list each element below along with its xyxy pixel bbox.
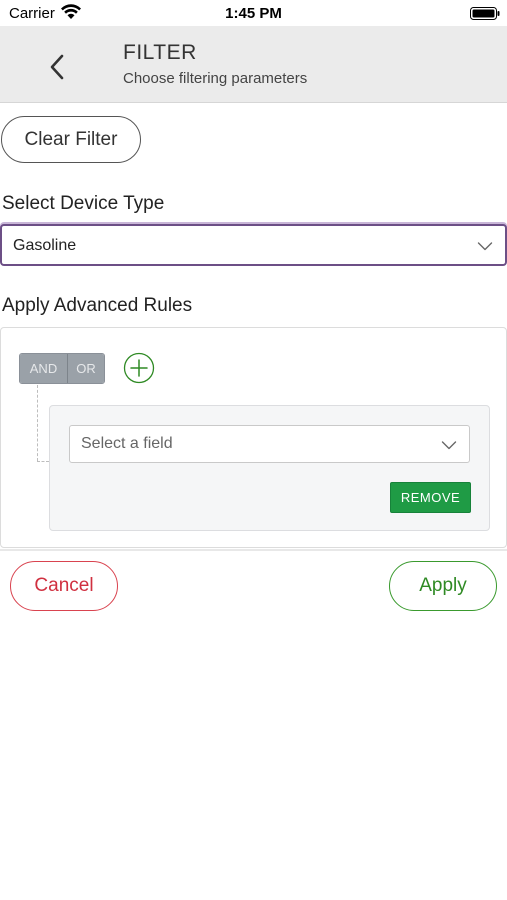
chevron-down-icon [441,441,457,450]
remove-rule-button[interactable]: REMOVE [390,482,471,513]
advanced-rules-label: Apply Advanced Rules [2,295,193,316]
header: FILTER Choose filtering parameters [0,26,507,103]
battery-icon [470,7,500,20]
chevron-left-icon [50,54,64,80]
page-subtitle: Choose filtering parameters [123,70,308,87]
cancel-button[interactable]: Cancel [10,561,118,611]
field-select[interactable]: Select a field [69,425,470,463]
page-title: FILTER [123,41,197,64]
device-type-select[interactable]: Gasoline [0,224,507,266]
clock: 1:45 PM [225,5,282,22]
back-button[interactable] [40,50,74,84]
device-type-label: Select Device Type [2,193,165,214]
tree-connector [37,385,38,461]
condition-toggle: AND OR [19,353,105,384]
tree-connector-branch [37,461,49,462]
add-rule-button[interactable] [123,352,155,384]
field-select-placeholder: Select a field [81,435,173,452]
clear-filter-button[interactable]: Clear Filter [1,116,141,163]
divider [0,549,507,551]
apply-button[interactable]: Apply [389,561,497,611]
or-button[interactable]: OR [68,354,104,383]
rule-card: Select a field REMOVE [49,405,490,531]
rules-builder: AND OR Select a field REMOVE [0,327,507,548]
status-bar: Carrier 1:45 PM [0,0,507,26]
and-button[interactable]: AND [20,354,68,383]
chevron-down-icon [477,242,493,251]
device-type-value: Gasoline [13,237,77,254]
plus-circle-icon [123,352,155,384]
